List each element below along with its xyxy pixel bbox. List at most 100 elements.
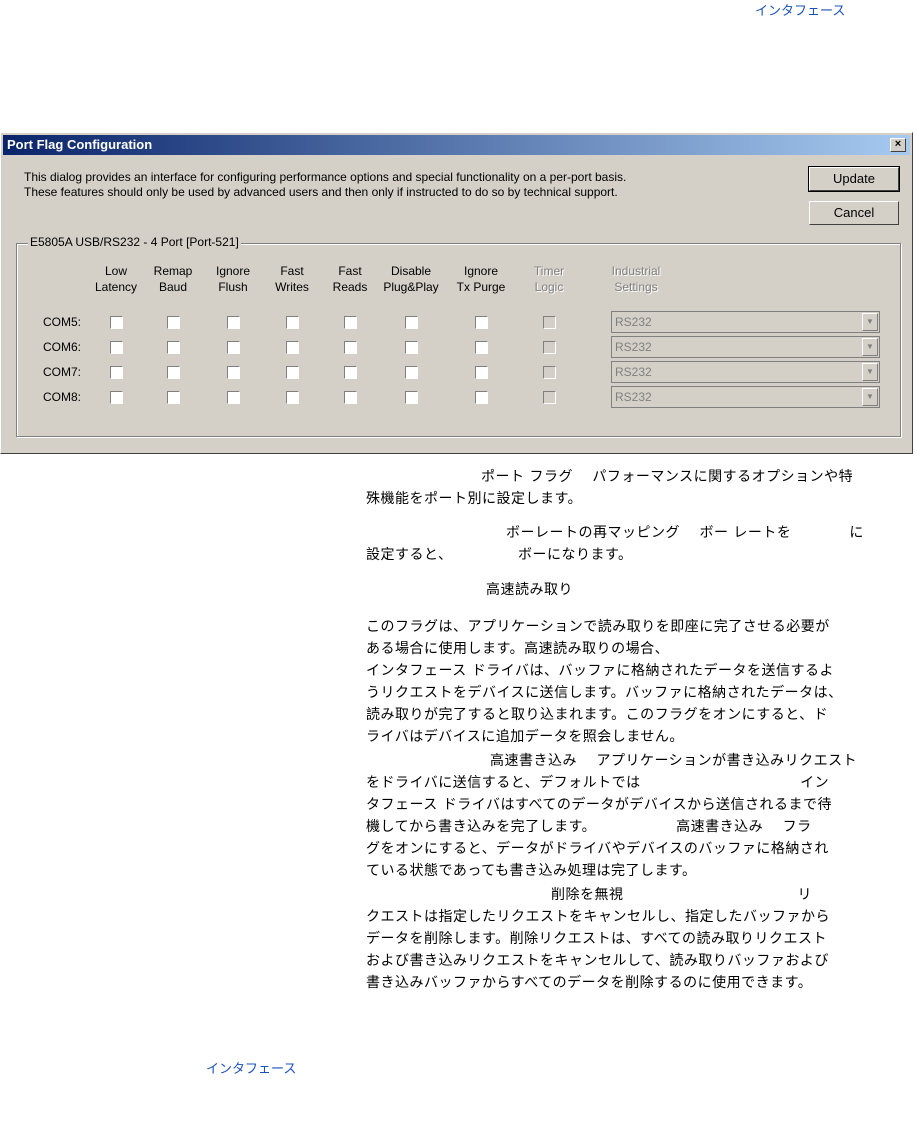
paragraph-port-flag: ポート フラグ パフォーマンスに関するオプションや特 殊機能をポート別に設定しま… [366,466,916,510]
select-value: RS232 [615,365,652,379]
select-value: RS232 [615,340,652,354]
footer-link[interactable]: インタフェース [206,1058,296,1077]
text-line: グをオンにすると、データがドライバやデバイスのバッファに格納され [366,841,829,857]
flag-checkbox[interactable] [227,391,240,404]
flag-checkbox[interactable] [167,316,180,329]
flag-checkbox[interactable] [286,391,299,404]
flag-checkbox[interactable] [475,341,488,354]
column-header-line: Settings [614,280,658,294]
port-label: COM6: [43,340,82,354]
paragraph-fast-reads: このフラグは、アプリケーションで読み取りを即座に完了させる必要が ある場合に使用… [366,616,916,748]
text-line: 書き込みバッファからすべてのデータを削除するのに使用できます。 [366,975,813,991]
group-title: E5805A USB/RS232 - 4 Port [Port-521] [28,235,241,249]
flag-checkbox[interactable] [110,316,123,329]
text-line: うリクエストをデバイスに送信します。バッファに格納されたデータは、 [366,685,843,701]
description-line-1: This dialog provides an interface for co… [24,170,627,184]
column-header: Ignore Tx Purge [446,263,516,295]
select-value: RS232 [615,390,652,404]
select-value: RS232 [615,315,652,329]
flag-checkbox [543,341,556,354]
flag-checkbox[interactable] [475,391,488,404]
flag-checkbox[interactable] [227,316,240,329]
port-label: COM8: [43,390,82,404]
flag-checkbox[interactable] [110,391,123,404]
industrial-settings-select: RS232 ▼ [611,386,880,408]
text-line: ライバはデバイスに追加データを照会しません。 [366,729,684,745]
text-line: 機してから書き込みを完了します。 高速書き込み フラ [366,819,812,835]
flag-checkbox[interactable] [110,366,123,379]
column-header: Timer Logic [514,263,584,295]
column-header-line: Tx Purge [456,280,506,294]
text-line: 殊機能をポート別に設定します。 [366,491,583,507]
flag-checkbox[interactable] [344,341,357,354]
flag-checkbox[interactable] [167,366,180,379]
text-line: ボーレートの再マッピング ボー レートを に [506,525,864,541]
flag-checkbox[interactable] [110,341,123,354]
text-line: 高速読み取り [486,582,573,598]
dialog-titlebar: Port Flag Configuration × [3,135,910,155]
column-header: Disable Plug&Play [376,263,446,295]
column-header-line: Fast [338,264,362,278]
text-line: 設定すると、 ボーになります。 [366,547,633,563]
dialog-description: This dialog provides an interface for co… [24,170,626,200]
column-header: Fast Reads [315,263,385,295]
text-line: 読み取りが完了すると取り込まれます。このフラグをオンにすると、ド [366,707,829,723]
flag-checkbox [543,366,556,379]
text-line: および書き込みリクエストをキャンセルして、読み取りバッファおよび [366,953,829,969]
industrial-settings-select: RS232 ▼ [611,361,880,383]
flag-checkbox[interactable] [286,316,299,329]
text-line: をドライバに送信すると、デフォルトでは イン [366,775,830,791]
description-line-2: These features should only be used by ad… [24,185,618,199]
text-line: ある場合に使用します。高速読み取りの場合、 [366,641,670,657]
text-line: データを削除します。削除リクエストは、すべての読み取りリクエスト [366,931,828,947]
column-header-line: Disable [390,264,432,278]
close-icon[interactable]: × [890,138,906,152]
text-line: このフラグは、アプリケーションで読み取りを即座に完了させる必要が [366,619,830,635]
text-line: インタフェース ドライバは、バッファに格納されたデータを送信するよ [366,663,834,679]
text-line: 削除を無視 リ [551,887,812,903]
flag-checkbox[interactable] [344,316,357,329]
text-line: 高速書き込み アプリケーションが書き込みリクエスト [490,753,858,769]
industrial-settings-select: RS232 ▼ [611,311,880,333]
chevron-down-icon: ▼ [862,363,878,381]
flag-checkbox[interactable] [405,341,418,354]
flag-checkbox[interactable] [167,341,180,354]
flag-checkbox[interactable] [286,341,299,354]
column-header-line: Ignore [463,264,499,278]
flag-checkbox [543,316,556,329]
chevron-down-icon: ▼ [862,313,878,331]
heading-fast-reads: 高速読み取り [366,579,916,601]
column-header: Industrial Settings [601,263,671,295]
header-link[interactable]: インタフェース [755,0,845,19]
port-label: COM5: [43,315,82,329]
flag-checkbox[interactable] [344,391,357,404]
column-header-line: Timer [533,264,565,278]
flag-checkbox[interactable] [344,366,357,379]
text-line: ている状態であっても書き込み処理は完了します。 [366,863,697,879]
industrial-settings-select: RS232 ▼ [611,336,880,358]
flag-checkbox[interactable] [475,366,488,379]
text-line: タフェース ドライバはすべてのデータがデバイスから送信されるまで待 [366,797,833,813]
chevron-down-icon: ▼ [862,338,878,356]
cancel-button[interactable]: Cancel [809,201,899,225]
dialog-title: Port Flag Configuration [7,137,153,152]
text-line: クエストは指定したリクエストをキャンセルし、指定したバッファから [366,909,830,925]
flag-checkbox[interactable] [475,316,488,329]
flag-checkbox[interactable] [405,316,418,329]
flag-checkbox[interactable] [405,391,418,404]
paragraph-ignore-purge: 削除を無視 リ クエストは指定したリクエストをキャンセルし、指定したバッファから… [366,884,916,994]
paragraph-remap-baud: ボーレートの再マッピング ボー レートを に 設定すると、 ボーになります。 [366,522,916,566]
update-button[interactable]: Update [808,166,900,192]
flag-checkbox [543,391,556,404]
flag-checkbox[interactable] [167,391,180,404]
port-flag-dialog: Port Flag Configuration × This dialog pr… [0,132,913,454]
flag-checkbox[interactable] [227,341,240,354]
port-label: COM7: [43,365,82,379]
column-header-line: Plug&Play [383,280,439,294]
flag-checkbox[interactable] [227,366,240,379]
paragraph-fast-writes: 高速書き込み アプリケーションが書き込みリクエスト をドライバに送信すると、デフ… [366,750,916,882]
text-line: ポート フラグ パフォーマンスに関するオプションや特 [481,469,854,485]
flag-checkbox[interactable] [286,366,299,379]
column-header-line: Logic [534,280,564,294]
flag-checkbox[interactable] [405,366,418,379]
